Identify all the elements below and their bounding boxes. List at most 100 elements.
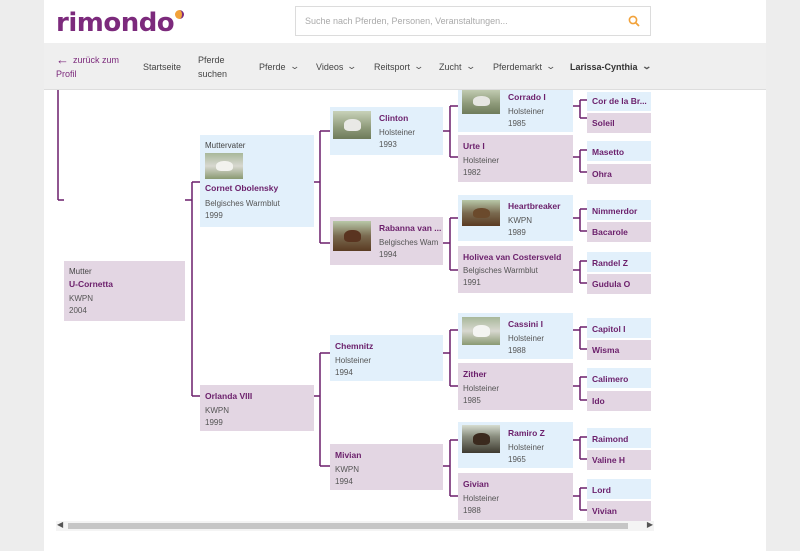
horse-name-link[interactable]: Zither bbox=[463, 368, 573, 380]
rimondo-logo[interactable]: rimondo bbox=[56, 8, 185, 38]
pedigree-card-g3-4[interactable]: Holivea van Costersveld Belgisches Warmb… bbox=[458, 246, 573, 293]
pedigree-card-g4-13[interactable]: Raimond bbox=[587, 428, 651, 448]
horse-name-link[interactable]: Ido bbox=[592, 395, 651, 407]
horse-name-link[interactable]: Orlanda VIII bbox=[205, 390, 314, 402]
scroll-right-icon[interactable]: ▶ bbox=[647, 520, 653, 529]
horse-breed: Holsteiner bbox=[508, 107, 545, 116]
pedigree-card-g4-3[interactable]: Masetto bbox=[587, 141, 651, 161]
horse-name-link[interactable]: Holivea van Costersveld bbox=[463, 251, 573, 263]
nav-pferde[interactable]: Pferde ⌄ bbox=[259, 43, 300, 90]
nav-videos[interactable]: Videos ⌄ bbox=[316, 43, 357, 90]
pedigree-tree: Mutter U-Cornetta KWPN 2004 Muttervater … bbox=[44, 90, 766, 521]
horizontal-scrollbar[interactable]: ◀ ▶ bbox=[56, 520, 654, 531]
pedigree-card-mutter[interactable]: Mutter U-Cornetta KWPN 2004 bbox=[64, 261, 185, 321]
pedigree-card-g3-6[interactable]: Zither Holsteiner 1985 bbox=[458, 363, 573, 410]
pedigree-card-g4-14[interactable]: Valine H bbox=[587, 450, 651, 470]
horse-name-link[interactable]: Nimmerdor bbox=[592, 205, 651, 217]
pedigree-card-g3-2[interactable]: Urte I Holsteiner 1982 bbox=[458, 135, 573, 182]
horse-name-link[interactable]: Wisma bbox=[592, 344, 651, 356]
pedigree-card-g4-5[interactable]: Nimmerdor bbox=[587, 200, 651, 220]
horse-name-link[interactable]: U-Cornetta bbox=[69, 278, 185, 290]
scroll-left-icon[interactable]: ◀ bbox=[57, 520, 63, 529]
nav-pferde-suchen[interactable]: Pferde suchen bbox=[198, 43, 232, 90]
horse-year: 1991 bbox=[463, 278, 481, 287]
horse-name-link[interactable]: Vivian bbox=[592, 505, 651, 517]
search-icon[interactable] bbox=[628, 15, 640, 27]
pedigree-card-g4-9[interactable]: Capitol I bbox=[587, 318, 651, 338]
horse-name-link[interactable]: Cornet Obolensky bbox=[205, 182, 314, 194]
horse-name-link[interactable]: Soleil bbox=[592, 117, 651, 129]
nav-label: Reitsport bbox=[374, 61, 411, 72]
pedigree-card-g1-dam[interactable]: Orlanda VIII KWPN 1999 bbox=[200, 385, 314, 431]
pedigree-card-g4-11[interactable]: Calimero bbox=[587, 368, 651, 388]
pedigree-card-g4-8[interactable]: Gudula O bbox=[587, 274, 651, 294]
horse-name-link[interactable]: Ramiro Z bbox=[508, 427, 573, 439]
horse-name-link[interactable]: Capitol I bbox=[592, 323, 651, 335]
nav-zucht[interactable]: Zucht ⌄ bbox=[439, 43, 476, 90]
horse-name-link[interactable]: Cor de la Br... bbox=[592, 95, 651, 107]
pedigree-card-g4-4[interactable]: Ohra bbox=[587, 164, 651, 184]
pedigree-card-g4-1[interactable]: Cor de la Br... bbox=[587, 92, 651, 111]
nav-pferdemarkt[interactable]: Pferdemarkt ⌄ bbox=[493, 43, 556, 90]
main-nav: ← zurück zum Profil Startseite Pferde suc… bbox=[44, 43, 766, 90]
horse-name-link[interactable]: Randel Z bbox=[592, 257, 651, 269]
nav-user-menu[interactable]: Larissa-Cynthia ⌄ bbox=[570, 43, 652, 90]
horse-name-link[interactable]: Gudula O bbox=[592, 278, 651, 290]
horse-name-link[interactable]: Heartbreaker bbox=[508, 200, 573, 212]
horse-photo[interactable] bbox=[333, 111, 371, 139]
pedigree-card-g2-2[interactable]: Rabanna van ... Belgisches Wam 1994 bbox=[330, 217, 443, 265]
horse-photo[interactable] bbox=[462, 90, 500, 114]
pedigree-card-g3-3[interactable]: Heartbreaker KWPN 1989 bbox=[458, 195, 573, 241]
horse-breed: KWPN bbox=[508, 216, 532, 225]
horse-name-link[interactable]: Ohra bbox=[592, 168, 651, 180]
pedigree-card-g2-1[interactable]: Clinton Holsteiner 1993 bbox=[330, 107, 443, 155]
nav-startseite[interactable]: Startseite bbox=[143, 43, 181, 90]
horse-name-link[interactable]: Urte I bbox=[463, 140, 573, 152]
logo-mark-icon bbox=[175, 10, 185, 19]
nav-reitsport[interactable]: Reitsport ⌄ bbox=[374, 43, 424, 90]
horse-name-link[interactable]: Calimero bbox=[592, 373, 651, 385]
horse-photo[interactable] bbox=[462, 200, 500, 226]
pedigree-card-g3-8[interactable]: Givian Holsteiner 1988 bbox=[458, 473, 573, 520]
search-input[interactable] bbox=[296, 7, 606, 35]
pedigree-card-g4-16[interactable]: Vivian bbox=[587, 501, 651, 521]
pedigree-card-g3-7[interactable]: Ramiro Z Holsteiner 1965 bbox=[458, 422, 573, 468]
back-to-profile-link[interactable]: ← zurück zum Profil bbox=[56, 53, 126, 81]
horse-breed: Holsteiner bbox=[508, 334, 545, 343]
horse-year: 1965 bbox=[508, 455, 526, 464]
horse-breed: Holsteiner bbox=[463, 384, 500, 393]
pedigree-card-g4-10[interactable]: Wisma bbox=[587, 340, 651, 360]
horse-name-link[interactable]: Clinton bbox=[379, 112, 443, 124]
horse-year: 2004 bbox=[69, 306, 87, 315]
pedigree-card-g2-4[interactable]: Mivian KWPN 1994 bbox=[330, 444, 443, 490]
horse-name-link[interactable]: Valine H bbox=[592, 454, 651, 466]
pedigree-card-g4-2[interactable]: Soleil bbox=[587, 113, 651, 133]
horse-name-link[interactable]: Cassini I bbox=[508, 318, 573, 330]
horse-name-link[interactable]: Bacarole bbox=[592, 226, 651, 238]
pedigree-card-g4-15[interactable]: Lord bbox=[587, 479, 651, 499]
horse-name-link[interactable]: Chemnitz bbox=[335, 340, 443, 352]
horse-name-link[interactable]: Raimond bbox=[592, 433, 651, 445]
pedigree-card-muttervater[interactable]: Muttervater Cornet Obolensky Belgisches … bbox=[200, 135, 314, 227]
horse-name-link[interactable]: Corrado I bbox=[508, 91, 573, 103]
horse-name-link[interactable]: Mivian bbox=[335, 449, 443, 461]
pedigree-card-g3-5[interactable]: Cassini I Holsteiner 1988 bbox=[458, 313, 573, 359]
horse-breed: KWPN bbox=[205, 406, 229, 415]
horse-year: 1999 bbox=[205, 418, 223, 427]
horse-name-link[interactable]: Masetto bbox=[592, 146, 651, 158]
horse-breed: KWPN bbox=[335, 465, 359, 474]
horse-name-link[interactable]: Rabanna van ... bbox=[379, 222, 443, 234]
pedigree-card-g4-6[interactable]: Bacarole bbox=[587, 222, 651, 242]
horse-photo[interactable] bbox=[333, 221, 371, 251]
horse-photo[interactable] bbox=[205, 153, 243, 179]
horse-name-link[interactable]: Lord bbox=[592, 484, 651, 496]
horse-photo[interactable] bbox=[462, 425, 500, 453]
pedigree-card-g4-12[interactable]: Ido bbox=[587, 391, 651, 411]
pedigree-card-g4-7[interactable]: Randel Z bbox=[587, 252, 651, 272]
scrollbar-thumb[interactable] bbox=[68, 523, 628, 529]
pedigree-card-g2-3[interactable]: Chemnitz Holsteiner 1994 bbox=[330, 335, 443, 381]
horse-name-link[interactable]: Givian bbox=[463, 478, 573, 490]
pedigree-card-g3-1[interactable]: Corrado I Holsteiner 1985 bbox=[458, 90, 573, 132]
page: rimondo ←zurück zum Profil Startseite Pf… bbox=[44, 0, 766, 551]
horse-photo[interactable] bbox=[462, 317, 500, 345]
